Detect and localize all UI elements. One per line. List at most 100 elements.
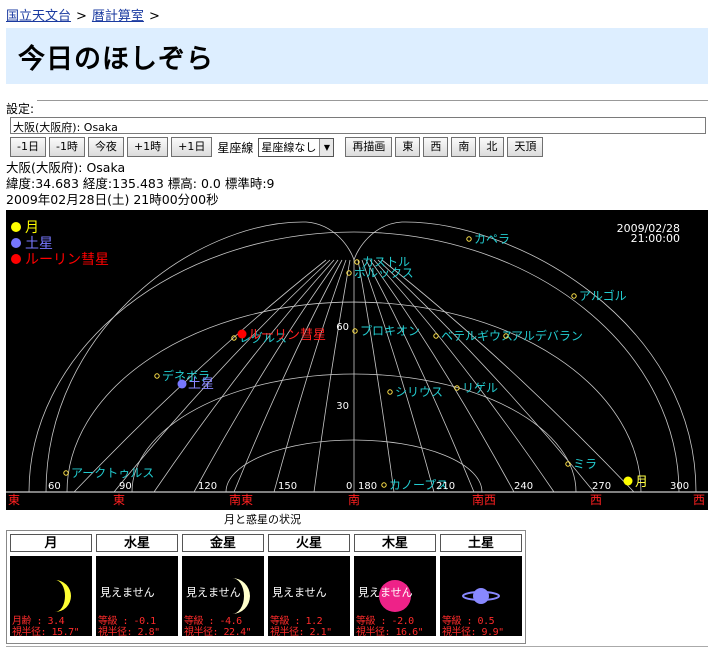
moon-crescent-icon xyxy=(55,580,71,612)
star-marker xyxy=(571,293,577,299)
controls-row: -1日 -1時 今夜 +1時 +1日 星座線 星座線なし ▼ 再描画 東 西 南… xyxy=(10,136,544,158)
azimuth-line xyxy=(233,259,343,493)
star-marker xyxy=(63,470,69,476)
moon-label: 月 xyxy=(635,475,648,490)
azimuth-label: 0 xyxy=(346,481,352,492)
azimuth-label: 60 xyxy=(48,481,61,492)
legend-label: ルーリン彗星 xyxy=(25,252,109,268)
legend-marker xyxy=(11,254,21,264)
star-marker xyxy=(352,328,358,334)
direction-label: 西 xyxy=(693,493,705,507)
legend-label: 月 xyxy=(25,220,39,236)
planet-stat-line: 視半径: 2.1" xyxy=(270,627,332,636)
breadcrumb-section-link[interactable]: 暦計算室 xyxy=(92,9,144,24)
view-north-button[interactable]: 北 xyxy=(479,137,505,157)
location-info: 大阪(大阪府): Osaka 緯度:34.683 経度:135.483 標高: … xyxy=(6,160,275,208)
plus-hour-button[interactable]: +1時 xyxy=(126,137,169,157)
not-visible-note: 見えません xyxy=(272,586,327,599)
altitude-label: 60 xyxy=(336,322,349,333)
comet-marker xyxy=(237,329,247,339)
breadcrumb: 国立天文台 > 暦計算室 > xyxy=(6,5,165,24)
star-label: ポルックス xyxy=(354,266,414,280)
planet-stat-line: 視半径: 16.6" xyxy=(356,627,424,636)
planet-cell: 火星 見えません 等級 : 1.2 視半径: 2.1" xyxy=(268,534,350,636)
view-south-button[interactable]: 南 xyxy=(451,137,477,157)
star-label: シリウス xyxy=(395,385,443,399)
breadcrumb-home-link[interactable]: 国立天文台 xyxy=(6,9,71,24)
tonight-button[interactable]: 今夜 xyxy=(87,137,124,157)
planet-image: 見えません 等級 : -4.6 視半径: 22.4" xyxy=(182,556,264,636)
planet-stat-line: 視半径: 22.4" xyxy=(184,627,252,636)
planet-name: 土星 xyxy=(440,534,522,552)
planet-image: 見えません 等級 : -2.0 視半径: 16.6" xyxy=(354,556,436,636)
azimuth-line xyxy=(113,259,331,493)
azimuth-label: 90 xyxy=(119,481,132,492)
azimuth-label: 150 xyxy=(278,481,297,492)
title-bar: 今日のほしぞら xyxy=(6,28,708,84)
azimuth-label: 240 xyxy=(514,481,533,492)
not-visible-note: 見えません xyxy=(186,586,241,599)
planet-name: 水星 xyxy=(96,534,178,552)
comet-label: ルーリン彗星 xyxy=(248,328,326,343)
star-label: リゲル xyxy=(462,381,498,395)
planet-name: 月 xyxy=(10,534,92,552)
direction-label: 東 xyxy=(8,493,20,507)
planet-image: 等級 : 0.5 視半径: 9.9" xyxy=(440,556,522,636)
planet-stat-line: 視半径: 15.7" xyxy=(12,627,80,636)
divider xyxy=(6,646,708,647)
planet-status-panel: 月月齢 : 3.4 視半径: 15.7" 水星 見えません 等級 : -0.1 視半径: … xyxy=(6,530,526,644)
star-marker xyxy=(433,333,439,339)
star-label: アークトゥルス xyxy=(71,466,154,480)
chevron-down-icon[interactable]: ▼ xyxy=(319,138,334,156)
sky-stamp-time: 21:00:00 xyxy=(631,232,680,245)
planet-name: 火星 xyxy=(268,534,350,552)
sky-map-canvas[interactable]: カペラカストルポルックスアルゴルプロキオン ベテルギウスアルデバランレグルスデネボ… xyxy=(6,210,708,510)
azimuth-label: 210 xyxy=(436,481,455,492)
direction-label: 南 xyxy=(348,492,360,507)
saturn-label: 土星 xyxy=(188,377,214,392)
view-west-button[interactable]: 西 xyxy=(423,137,449,157)
star-marker xyxy=(231,335,237,341)
info-datetime: 2009年02月28日(土) 21時00分00秒 xyxy=(6,192,219,207)
minus-day-button[interactable]: -1日 xyxy=(10,137,46,157)
info-place: 大阪(大阪府): Osaka xyxy=(6,160,126,175)
constellation-select-value: 星座線なし xyxy=(261,141,317,154)
planet-cell: 水星 見えません 等級 : -0.1 視半径: 2.8" xyxy=(96,534,178,636)
info-coordinates: 緯度:34.683 経度:135.483 標高: 0.0 標準時:9 xyxy=(6,176,275,191)
saturn-disc-icon xyxy=(473,588,489,604)
star-label: プロキオン xyxy=(360,324,420,338)
star-label: カペラ xyxy=(474,232,510,246)
sky-map[interactable]: カペラ カストル ポルックス アルゴル プロキオン ベテルギウス アルデバラン レグルス デネボ… xyxy=(6,210,708,510)
moon-marker xyxy=(623,476,633,486)
breadcrumb-separator: > xyxy=(76,9,87,24)
azimuth-line xyxy=(357,259,395,493)
plus-day-button[interactable]: +1日 xyxy=(171,137,213,157)
star-label: アルデバラン xyxy=(511,328,583,343)
view-east-button[interactable]: 東 xyxy=(395,137,421,157)
star-marker xyxy=(154,373,160,379)
planet-stat-line: 視半径: 2.8" xyxy=(98,627,160,636)
star-marker xyxy=(381,482,387,488)
location-select[interactable]: 大阪(大阪府): Osaka xyxy=(10,117,706,134)
minus-hour-button[interactable]: -1時 xyxy=(48,137,85,157)
planet-cell: 金星見えません 等級 : -4.6 視半径: 22.4" xyxy=(182,534,264,636)
page-title: 今日のほしぞら xyxy=(18,44,214,75)
star-label: ミラ xyxy=(573,457,597,471)
settings-panel: 設定: 大阪(大阪府): Osaka -1日 -1時 今夜 +1時 +1日 星座… xyxy=(6,100,708,160)
redraw-button[interactable]: 再描画 xyxy=(345,137,393,157)
direction-label: 南西 xyxy=(472,492,496,507)
view-zenith-button[interactable]: 天頂 xyxy=(507,137,544,157)
direction-label: 東 xyxy=(113,493,125,507)
constellation-select[interactable]: 星座線なし ▼ xyxy=(258,137,335,157)
star-marker xyxy=(387,389,393,395)
settings-legend: 設定: xyxy=(6,100,38,117)
direction-label: 西 xyxy=(590,493,602,507)
planet-name: 金星 xyxy=(182,534,264,552)
azimuth-line xyxy=(313,259,351,493)
azimuth-label: 270 xyxy=(592,481,611,492)
azimuth-label: 180 xyxy=(358,481,377,492)
legend-label: 土星 xyxy=(25,236,53,252)
planet-stat-line: 視半径: 9.9" xyxy=(442,627,504,636)
constellation-label: 星座線 xyxy=(217,140,254,155)
not-visible-note: 見えません xyxy=(100,586,155,599)
